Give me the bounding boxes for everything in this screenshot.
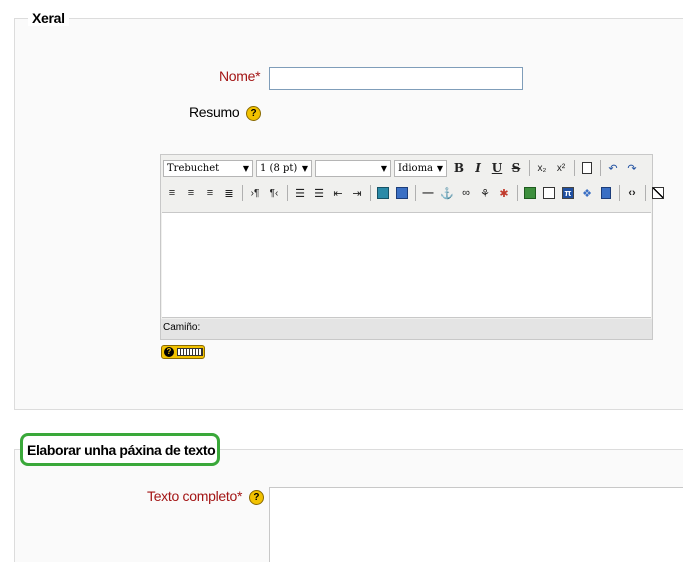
summary-editor: Trebuchet ▼ 1 (8 pt) ▼ ▼ Idioma ▼ B I U S x…	[160, 154, 664, 340]
bold-button[interactable]: B	[450, 159, 468, 177]
help-icon: ?	[164, 347, 174, 357]
hr-icon[interactable]: —	[419, 184, 437, 202]
ordered-list-icon[interactable]: ☰	[291, 184, 309, 202]
toolbar-separator	[415, 185, 416, 201]
toolbar-separator	[600, 160, 601, 176]
subscript-button[interactable]: x₂	[533, 159, 551, 177]
outdent-icon[interactable]: ⇤	[329, 184, 347, 202]
special-char-icon[interactable]	[597, 184, 615, 202]
editor-content-area[interactable]	[162, 212, 651, 318]
align-left-icon[interactable]: ≡	[163, 184, 181, 202]
italic-button[interactable]: I	[469, 159, 487, 177]
toolbar-separator	[242, 185, 243, 201]
text-page-legend: Elaborar unha páxina de texto	[20, 433, 220, 466]
help-icon[interactable]: ?	[248, 489, 264, 505]
image-icon[interactable]	[521, 184, 539, 202]
unlink-icon[interactable]: ⚘	[476, 184, 494, 202]
align-center-icon[interactable]: ≡	[182, 184, 200, 202]
superscript-button[interactable]: x²	[552, 159, 570, 177]
toolbar-separator	[645, 185, 646, 201]
indent-icon[interactable]: ⇥	[348, 184, 366, 202]
name-input[interactable]	[269, 67, 523, 90]
toolbar-separator	[529, 160, 530, 176]
bg-color-icon[interactable]	[393, 184, 411, 202]
paste-word-icon[interactable]	[578, 159, 596, 177]
strikethrough-button[interactable]: S	[507, 159, 525, 177]
toolbar-separator	[619, 185, 620, 201]
heading-select[interactable]: ▼	[315, 159, 391, 177]
justify-icon[interactable]: ≣	[220, 184, 238, 202]
full-text-label: Texto completo* ?	[147, 488, 264, 505]
rtl-icon[interactable]: ¶‹	[265, 184, 283, 202]
font-size-select[interactable]: 1 (8 pt) ▼	[256, 159, 312, 177]
text-color-icon[interactable]	[374, 184, 392, 202]
undo-icon[interactable]: ↶	[604, 159, 622, 177]
toolbar-row-1: Trebuchet ▼ 1 (8 pt) ▼ ▼ Idioma ▼ B I U S x…	[163, 157, 642, 179]
font-family-select[interactable]: Trebuchet ▼	[163, 159, 253, 177]
keyboard-help-icon[interactable]: ?	[161, 345, 205, 359]
general-legend: Xeral	[28, 10, 69, 26]
math-icon[interactable]: π	[559, 184, 577, 202]
keyboard-icon	[177, 348, 203, 356]
anchor-icon[interactable]: ⚓	[438, 184, 456, 202]
table-icon[interactable]	[540, 184, 558, 202]
toolbar-separator	[574, 160, 575, 176]
toolbar-separator	[287, 185, 288, 201]
nolink-icon[interactable]: ✱	[495, 184, 513, 202]
full-text-editor[interactable]	[269, 487, 683, 562]
link-icon[interactable]: ∞	[457, 184, 475, 202]
editor-path-bar: Camiño:	[161, 319, 652, 339]
toolbar-row-2: ≡ ≡ ≡ ≣ ›¶ ¶‹ ☰ ☰ ⇤ ⇥ — ⚓ ∞ ⚘ ✱ π ❖ ‹›	[163, 182, 668, 204]
align-right-icon[interactable]: ≡	[201, 184, 219, 202]
fullscreen-icon[interactable]	[649, 184, 667, 202]
ltr-icon[interactable]: ›¶	[246, 184, 264, 202]
summary-label: Resumo ?	[189, 104, 261, 121]
toolbar-separator	[517, 185, 518, 201]
html-source-icon[interactable]: ‹›	[623, 184, 641, 202]
emoticon-icon[interactable]: ❖	[578, 184, 596, 202]
redo-icon[interactable]: ↷	[623, 159, 641, 177]
language-select[interactable]: Idioma ▼	[394, 159, 447, 177]
underline-button[interactable]: U	[488, 159, 506, 177]
unordered-list-icon[interactable]: ☰	[310, 184, 328, 202]
toolbar-separator	[370, 185, 371, 201]
name-label: Nome*	[219, 68, 261, 84]
help-icon[interactable]: ?	[245, 105, 261, 121]
